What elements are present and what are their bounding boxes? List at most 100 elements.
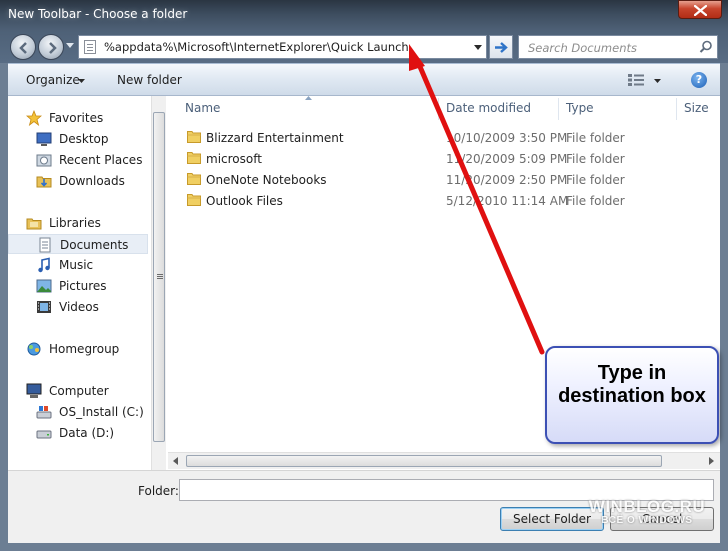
nav-item-data-d[interactable]: Data (D:) (8, 423, 148, 443)
nav-item-downloads[interactable]: Downloads (8, 171, 148, 191)
recent-pages-dropdown-icon[interactable] (66, 43, 74, 48)
star-icon (25, 109, 43, 127)
file-type: File folder (566, 152, 625, 166)
nav-item-label: Music (59, 258, 94, 272)
organize-button[interactable]: Organize (26, 73, 80, 87)
file-name: Blizzard Entertainment (206, 131, 344, 145)
folder-icon (187, 173, 201, 185)
table-row[interactable]: Outlook Files 5/12/2010 11:14 AM File fold… (168, 190, 720, 211)
address-dropdown-icon[interactable] (474, 45, 482, 50)
column-header-type[interactable]: Type (566, 101, 594, 115)
watermark-main: WINBLOG.RU (588, 497, 706, 516)
document-icon (84, 40, 96, 54)
forward-arrow-icon (49, 42, 57, 54)
nav-item-homegroup[interactable]: Homegroup (8, 339, 148, 359)
file-type: File folder (566, 131, 625, 145)
folder-label: Folder: (138, 484, 179, 498)
downloads-folder-icon (36, 173, 52, 189)
file-name: microsoft (206, 152, 262, 166)
file-date: 11/20/2009 5:09 PM (446, 152, 568, 166)
drive-c-icon (36, 404, 52, 420)
nav-item-videos[interactable]: Videos (8, 297, 148, 317)
horizontal-scrollbar[interactable] (168, 452, 720, 469)
callout-text: Type in destination box (558, 362, 706, 407)
column-header-date-modified[interactable]: Date modified (446, 101, 531, 115)
nav-item-label: Favorites (49, 111, 104, 125)
search-box[interactable]: Search Documents (518, 35, 718, 59)
title-bar: New Toolbar - Choose a folder (0, 0, 728, 31)
navigation-pane-scrollbar[interactable] (151, 96, 166, 470)
nav-item-label: Homegroup (49, 342, 120, 356)
nav-item-label: Libraries (49, 216, 101, 230)
forward-button[interactable] (38, 34, 64, 60)
folder-icon (187, 194, 201, 206)
nav-item-label: Pictures (59, 279, 107, 293)
drive-d-icon (36, 425, 52, 441)
nav-item-label: Computer (49, 384, 109, 398)
search-icon[interactable] (699, 40, 713, 54)
nav-item-label: Desktop (59, 132, 109, 146)
views-dropdown-icon[interactable] (654, 79, 661, 83)
scrollbar-thumb[interactable] (186, 455, 662, 467)
nav-item-label: Documents (60, 238, 129, 252)
scroll-left-icon[interactable] (173, 457, 178, 465)
views-icon[interactable] (628, 74, 644, 86)
table-row[interactable]: microsoft 11/20/2009 5:09 PM File folder (168, 148, 720, 169)
file-date: 10/10/2009 3:50 PM (446, 131, 568, 145)
go-arrow-icon (495, 42, 508, 53)
address-input[interactable]: %appdata%\Microsoft\InternetExplorer\Qui… (104, 40, 409, 54)
search-input[interactable]: Search Documents (528, 41, 637, 55)
navigation-bar: %appdata%\Microsoft\InternetExplorer\Qui… (0, 31, 728, 63)
column-header-size[interactable]: Size (684, 101, 709, 115)
address-bar[interactable]: %appdata%\Microsoft\InternetExplorer\Qui… (78, 35, 487, 59)
nav-item-desktop[interactable]: Desktop (8, 129, 148, 149)
file-date: 11/20/2009 2:50 PM (446, 173, 568, 187)
annotation-callout: Type in destination box (545, 346, 719, 444)
file-type: File folder (566, 173, 625, 187)
close-icon (694, 5, 707, 16)
nav-item-os-install-c[interactable]: OS_Install (C:) (8, 402, 148, 422)
nav-item-label: Recent Places (59, 153, 143, 167)
homegroup-icon (26, 341, 42, 357)
go-button[interactable] (489, 35, 513, 59)
folder-icon (187, 131, 201, 143)
window-title: New Toolbar - Choose a folder (8, 7, 188, 21)
nav-item-label: Videos (59, 300, 99, 314)
desktop-icon (36, 131, 52, 147)
videos-icon (36, 299, 52, 315)
file-type: File folder (566, 194, 625, 208)
scrollbar-thumb[interactable] (153, 112, 165, 442)
table-row[interactable]: OneNote Notebooks 11/20/2009 2:50 PM File … (168, 169, 720, 190)
help-icon[interactable]: ? (691, 72, 707, 88)
table-row[interactable]: Blizzard Entertainment 10/10/2009 3:50 PM… (168, 127, 720, 148)
scroll-right-icon[interactable] (709, 457, 714, 465)
file-name: Outlook Files (206, 194, 283, 208)
command-toolbar: Organize New folder ? (8, 63, 720, 96)
watermark-sub: ВСЁ О WINDOWS (601, 515, 693, 526)
pictures-icon (36, 278, 52, 294)
nav-item-favorites[interactable]: Favorites (8, 108, 148, 128)
nav-item-label: OS_Install (C:) (59, 405, 144, 419)
navigation-pane: Favorites Desktop Recent Places Downloads Li… (8, 96, 148, 470)
back-arrow-icon (19, 42, 27, 54)
nav-item-documents[interactable]: Documents (8, 234, 148, 254)
column-header-name[interactable]: Name (185, 101, 220, 115)
close-button[interactable] (678, 0, 722, 19)
nav-item-label: Data (D:) (59, 426, 115, 440)
organize-dropdown-icon[interactable] (78, 79, 85, 83)
file-date: 5/12/2010 11:14 AM (446, 194, 569, 208)
nav-item-pictures[interactable]: Pictures (8, 276, 148, 296)
computer-icon (26, 383, 42, 399)
watermark: WINBLOG.RU ВСЁ О WINDOWS (582, 497, 712, 526)
new-folder-button[interactable]: New folder (117, 73, 182, 87)
nav-item-music[interactable]: Music (8, 255, 148, 275)
back-button[interactable] (10, 34, 36, 60)
sort-ascending-icon (305, 96, 312, 100)
music-icon (36, 257, 52, 273)
folder-icon (187, 152, 201, 164)
nav-item-libraries[interactable]: Libraries (8, 213, 148, 233)
nav-item-computer[interactable]: Computer (8, 381, 148, 401)
nav-item-label: Downloads (59, 174, 125, 188)
nav-item-recent-places[interactable]: Recent Places (8, 150, 148, 170)
recent-places-icon (36, 152, 52, 168)
